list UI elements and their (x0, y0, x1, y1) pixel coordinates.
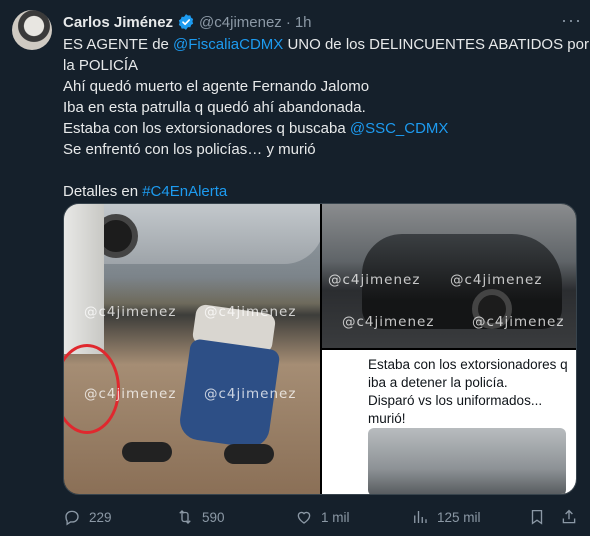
embedded-photo (368, 428, 566, 494)
shoe (224, 444, 274, 464)
tweet-text-segment: Iba en esta patrulla q quedó ahí abandon… (63, 99, 366, 116)
tweet-text-segment: Detalles en (63, 183, 143, 200)
watermark: @c4jimenez (204, 304, 297, 320)
more-options-icon[interactable]: ··· (561, 10, 582, 30)
author-handle[interactable]: @c4jimenez (199, 14, 282, 31)
tweet-text-line: Detalles en #C4EnAlerta (63, 181, 583, 202)
tweet-text-segment: la POLICÍA (63, 57, 139, 74)
bookmark-button[interactable] (528, 505, 554, 529)
reply-icon (65, 510, 79, 526)
mention-link[interactable]: @FiscaliaCDMX (173, 36, 283, 53)
watermark: @c4jimenez (84, 386, 177, 402)
media-photo-2[interactable]: @c4jimenez @c4jimenez @c4jimenez @c4jime… (322, 204, 576, 348)
media-caption: Estaba con los extorsionadores q iba a d… (368, 356, 568, 428)
reply-button[interactable]: 229 (63, 505, 112, 529)
media-grid: @c4jimenez @c4jimenez @c4jimenez @c4jime… (63, 203, 577, 495)
media-photo-3[interactable]: Estaba con los extorsionadores q iba a d… (322, 350, 576, 494)
views-chart-icon (414, 511, 427, 523)
tweet-text-segment: Se enfrentó con los policías… y murió (63, 141, 316, 158)
repost-button[interactable]: 590 (176, 505, 225, 529)
tweet-header: Carlos Jiménez @c4jimenez · 1h (63, 12, 580, 32)
media-caption-line: iba a detener la policía. (368, 375, 508, 390)
watermark: @c4jimenez (450, 272, 543, 288)
views-button[interactable]: 125 mil (411, 505, 481, 529)
media-caption-line: Estaba con los extorsionadores q (368, 357, 568, 372)
like-count: 1 mil (321, 509, 350, 525)
separator-dot: · (285, 13, 291, 31)
white-board (64, 204, 104, 354)
author-name[interactable]: Carlos Jiménez (63, 14, 173, 31)
tweet-text-line: Ahí quedó muerto el agente Fernando Jalo… (63, 76, 583, 97)
like-button[interactable]: 1 mil (295, 505, 350, 529)
watermark: @c4jimenez (328, 272, 421, 288)
repost-count: 590 (202, 509, 225, 525)
watermark: @c4jimenez (204, 386, 297, 402)
tweet-text-segment: Estaba con los extorsionadores q buscaba (63, 120, 350, 137)
share-button[interactable] (560, 505, 586, 529)
watermark: @c4jimenez (472, 314, 565, 330)
tweet-text-segment: ES AGENTE de (63, 36, 174, 53)
tweet-text: ES AGENTE de @FiscaliaCDMX UNO de los DE… (63, 34, 589, 202)
hashtag-link[interactable]: #C4EnAlerta (142, 183, 227, 200)
watermark: @c4jimenez (342, 314, 435, 330)
tweet-text-segment: UNO de los DELINCUENTES ABATIDOS por (283, 36, 589, 53)
action-bar: 229 590 1 mil 125 mil (63, 505, 583, 529)
avatar[interactable] (12, 10, 52, 50)
media-photo-1[interactable]: @c4jimenez @c4jimenez @c4jimenez @c4jime… (64, 204, 320, 494)
bookmark-icon (531, 509, 543, 525)
tweet-text-line: Iba en esta patrulla q quedó ahí abandon… (63, 97, 583, 118)
repost-icon (179, 510, 191, 524)
reply-count: 229 (89, 509, 112, 525)
verified-badge-icon (177, 13, 195, 31)
tweet-text-line: la POLICÍA (63, 55, 583, 76)
mention-link[interactable]: @SSC_CDMX (350, 120, 449, 137)
tweet-text-line (63, 160, 583, 181)
share-icon (562, 509, 576, 524)
timestamp[interactable]: 1h (295, 14, 312, 31)
tweet-text-line: Estaba con los extorsionadores q buscaba… (63, 118, 583, 139)
tweet-text-line: ES AGENTE de @FiscaliaCDMX UNO de los DE… (63, 34, 589, 55)
watermark: @c4jimenez (84, 304, 177, 320)
heart-icon (297, 511, 311, 524)
tweet-text-line: Se enfrentó con los policías… y murió (63, 139, 583, 160)
tweet-text-segment: Ahí quedó muerto el agente Fernando Jalo… (63, 78, 370, 95)
views-count: 125 mil (437, 509, 481, 525)
media-caption-line: Disparó vs los uniformados... (368, 393, 543, 408)
shoe (122, 442, 172, 462)
media-caption-line: murió! (368, 411, 406, 426)
